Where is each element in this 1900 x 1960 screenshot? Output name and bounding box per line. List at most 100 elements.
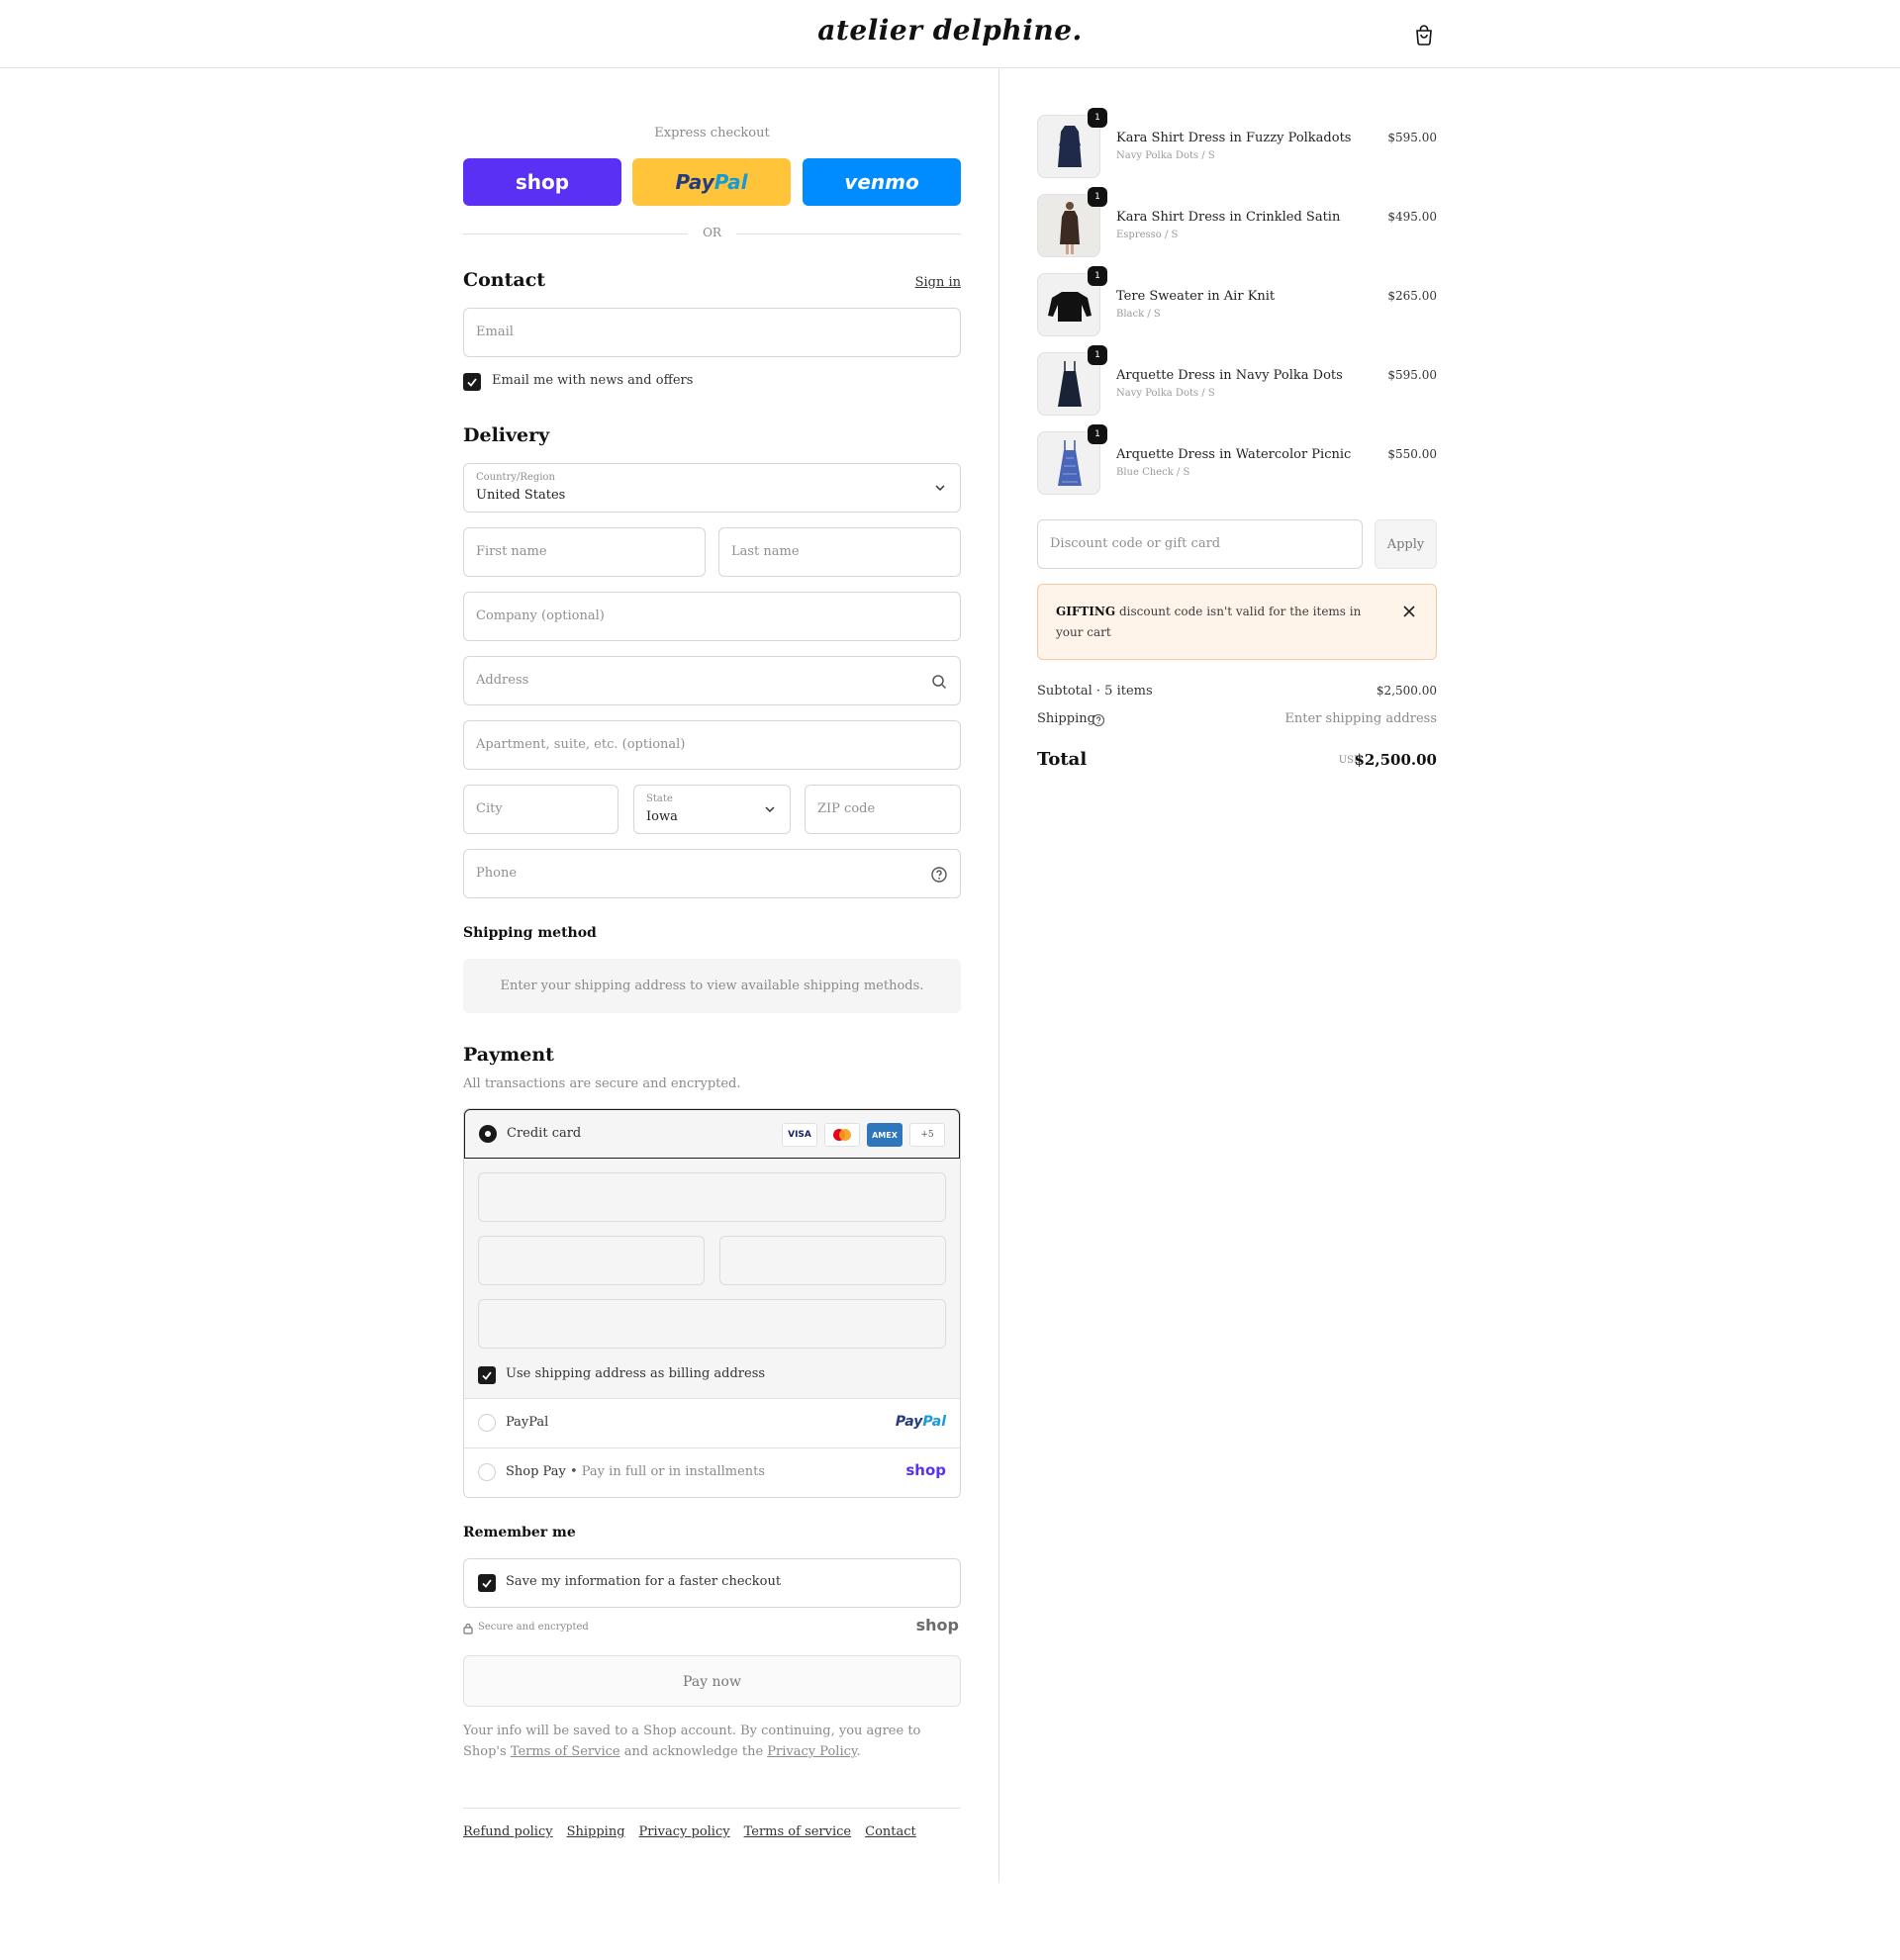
phone-placeholder: Phone [476,866,518,881]
billing-checkbox-label: Use shipping address as billing address [506,1366,766,1381]
news-checkbox-label: Email me with news and offers [492,373,694,388]
check-icon [467,378,477,387]
chevron-down-icon [765,806,775,813]
company-placeholder: Company (optional) [476,608,605,623]
security-code-field[interactable] [719,1236,946,1285]
privacy-link[interactable]: Privacy Policy [767,1744,856,1759]
item-variant: Blue Check / S [1116,467,1190,478]
alert-code: GIFTING [1056,605,1116,618]
pay-now-button[interactable]: Pay now [463,1655,961,1707]
visa-icon: VISA [782,1123,817,1147]
subtotal-label: Subtotal · 5 items [1037,684,1153,699]
venmo-label: venmo [844,170,919,194]
credit-card-option[interactable]: Credit card VISA AMEX +5 [464,1109,960,1159]
secure-label: Secure and encrypted [478,1622,589,1633]
paypal-option-label: PayPal [506,1415,549,1430]
state-select[interactable]: State Iowa [633,785,791,834]
store-logo[interactable]: atelier delphine. [0,14,1900,47]
credit-card-label: Credit card [507,1126,582,1141]
news-checkbox[interactable] [463,373,481,391]
first-name-field[interactable]: First name [463,527,706,577]
close-icon[interactable] [1402,605,1416,618]
state-label: State [646,793,673,804]
item-name: Tere Sweater in Air Knit [1116,289,1276,304]
shop-pay-subtext: Pay in full or in installments [581,1464,766,1479]
cart-item: 1 Kara Shirt Dress in Fuzzy Polkadots Na… [1037,108,1437,178]
country-select[interactable]: Country/Region United States [463,463,961,513]
city-placeholder: City [476,801,503,816]
help-icon[interactable] [1092,713,1105,727]
paypal-option[interactable]: PayPal PayPal [464,1398,960,1447]
cart-item: 1 Tere Sweater in Air Knit Black / S $26… [1037,266,1437,336]
terms-of-service-link[interactable]: Terms of service [744,1824,852,1839]
email-field[interactable]: Email [463,308,961,357]
shop-pay-button[interactable]: shop [463,158,621,206]
shipping-method-title: Shipping method [463,925,597,941]
paypal-label-b: Pal [713,170,748,194]
apartment-field[interactable]: Apartment, suite, etc. (optional) [463,720,961,770]
subtotal-value: $2,500.00 [1376,684,1437,698]
item-name: Arquette Dress in Navy Polka Dots [1116,368,1343,383]
shop-logo: shop [905,1461,946,1479]
cart-item: 1 Arquette Dress in Watercolor Picnic Bl… [1037,424,1437,495]
name-on-card-field[interactable] [478,1299,946,1349]
shipping-link[interactable]: Shipping [567,1824,625,1839]
credit-card-fields: Use shipping address as billing address [464,1159,960,1398]
venmo-button[interactable]: venmo [803,158,961,206]
quantity-badge: 1 [1088,424,1107,444]
item-variant: Navy Polka Dots / S [1116,150,1215,161]
privacy-policy-link[interactable]: Privacy policy [639,1824,730,1839]
save-info-checkbox[interactable] [478,1574,496,1592]
company-field[interactable]: Company (optional) [463,592,961,641]
contact-link[interactable]: Contact [865,1824,916,1839]
paypal-logo: PayPal [896,1414,946,1430]
city-field[interactable]: City [463,785,618,834]
credit-card-radio[interactable] [479,1125,497,1143]
express-checkout-label: Express checkout [654,126,770,140]
discount-placeholder: Discount code or gift card [1050,536,1221,551]
shop-pay-option[interactable]: Shop Pay • Pay in full or in installment… [464,1447,960,1497]
cart-item: 1 Kara Shirt Dress in Crinkled Satin Esp… [1037,187,1437,257]
legal-part2: and acknowledge the [619,1744,768,1759]
expiration-field[interactable] [478,1236,705,1285]
sign-in-link[interactable]: Sign in [915,275,961,290]
terms-link[interactable]: Terms of Service [511,1744,620,1759]
check-icon [482,1579,492,1588]
paypal-button[interactable]: Pay Pal [632,158,791,206]
or-line-right [736,233,961,234]
shipping-row: Shipping Enter shipping address [1037,711,1437,727]
payment-methods: Credit card VISA AMEX +5 Use shipping ad… [463,1108,961,1498]
discount-error-alert: GIFTING discount code isn't valid for th… [1037,584,1437,660]
item-variant: Black / S [1116,309,1161,320]
address-field[interactable]: Address [463,656,961,705]
paypal-logo-b: Pal [922,1414,946,1430]
shopping-bag-icon[interactable] [1413,24,1435,46]
lock-icon [463,1623,473,1634]
discount-code-field[interactable]: Discount code or gift card [1037,519,1363,569]
shop-pay-radio[interactable] [478,1463,496,1481]
quantity-badge: 1 [1088,345,1107,365]
shop-pay-label: shop [515,170,570,194]
quantity-badge: 1 [1088,266,1107,286]
item-price: $550.00 [1387,447,1437,461]
remember-me-title: Remember me [463,1525,576,1540]
footer-divider [463,1808,961,1809]
refund-policy-link[interactable]: Refund policy [463,1824,553,1839]
save-info-label: Save my information for a faster checkou… [506,1574,782,1589]
last-name-field[interactable]: Last name [718,527,961,577]
address-placeholder: Address [476,673,529,688]
item-name: Kara Shirt Dress in Crinkled Satin [1116,210,1341,225]
header: atelier delphine. [0,0,1900,68]
footer-links: Refund policy Shipping Privacy policy Terms… [463,1824,930,1839]
billing-checkbox[interactable] [478,1366,496,1384]
paypal-radio[interactable] [478,1414,496,1432]
quantity-badge: 1 [1088,108,1107,128]
shipping-value: Enter shipping address [1284,711,1437,726]
zip-field[interactable]: ZIP code [805,785,961,834]
help-icon[interactable] [930,866,948,884]
shop-pay-option-label: Shop Pay • Pay in full or in installment… [506,1464,766,1479]
apply-button[interactable]: Apply [1375,519,1437,569]
card-number-field[interactable] [478,1172,946,1222]
delivery-title: Delivery [463,424,550,446]
phone-field[interactable]: Phone [463,849,961,898]
